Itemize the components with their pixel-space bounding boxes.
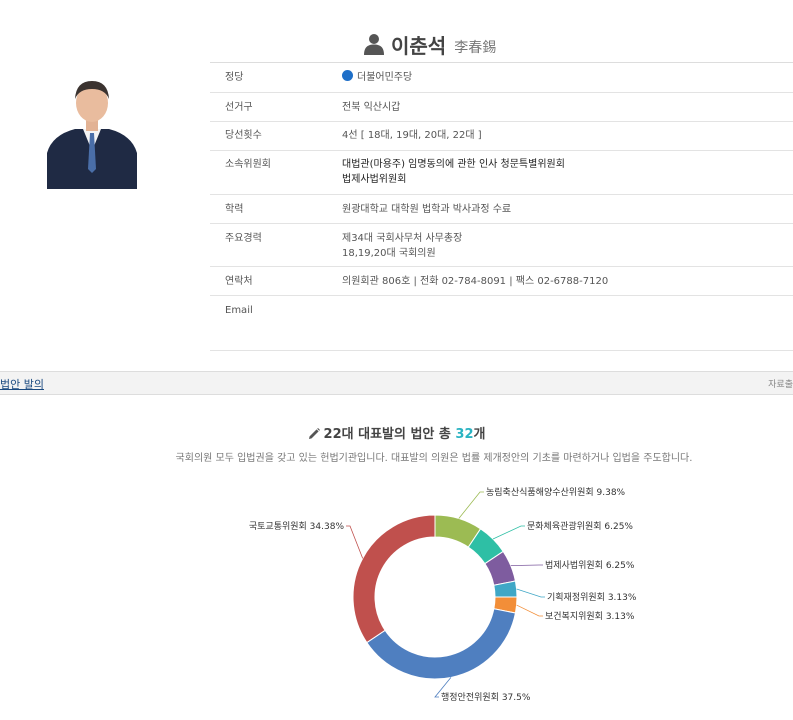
info-label: 정당 — [225, 72, 244, 83]
info-row-district: 선거구 전북 익산시갑 — [210, 93, 793, 122]
info-label: 학력 — [225, 204, 244, 215]
info-row-party: 정당 더불어민주당 — [210, 63, 793, 93]
info-value — [342, 303, 793, 350]
committee-item: 법제사법위원회 — [342, 174, 407, 185]
slice-leader-line — [516, 588, 545, 598]
donut-slice[interactable] — [352, 514, 436, 644]
slice-label: 문화체육관광위원회 6.25% — [527, 520, 633, 532]
donut-slice[interactable] — [366, 608, 517, 680]
info-row-contact: 연락처 의원회관 806호 | 전화 02-784-8091 | 팩스 02-6… — [210, 267, 793, 296]
slice-label: 법제사법위원회 6.25% — [545, 560, 635, 571]
section-bar: 법안 발의 자료출 — [0, 371, 793, 395]
career-item: 제34대 국회사무처 사무총장 — [342, 233, 463, 244]
info-label: 주요경력 — [225, 233, 262, 244]
slice-label: 보건복지위원회 3.13% — [545, 611, 635, 622]
info-row-career: 주요경력 제34대 국회사무처 사무총장 18,19,20대 국회의원 — [210, 224, 793, 267]
info-label: 당선횟수 — [225, 130, 262, 141]
info-label: 소속위원회 — [225, 159, 271, 170]
info-label: 연락처 — [225, 276, 253, 287]
bills-heading-prefix: 22대 대표발의 법안 총 — [323, 427, 456, 442]
party-color-dot — [342, 70, 353, 81]
bills-section-link[interactable]: 법안 발의 — [0, 376, 44, 392]
committee-item: 대법관(마용주) 임명동의에 관한 인사 청문특별위원회 — [342, 159, 565, 170]
bills-count: 32 — [455, 427, 474, 442]
career-item: 18,19,20대 국회의원 — [342, 248, 436, 259]
slice-leader-line — [492, 525, 525, 540]
slice-leader-line — [346, 525, 364, 559]
committee-donut-chart: 농림축산식품해양수산위원회 9.38% 문화체육관광위원회 6.25% 법제사법위원… — [249, 486, 637, 703]
info-label: 선거구 — [225, 102, 253, 113]
info-value: 더불어민주당 — [342, 70, 793, 92]
slice-label: 국토교통위원회 34.38% — [249, 521, 345, 532]
info-label: Email — [225, 305, 253, 316]
slice-label: 농림축산식품해양수산위원회 9.38% — [486, 486, 626, 498]
bills-heading: 22대 대표발의 법안 총 32개 — [0, 423, 793, 442]
slice-label: 기획재정위원회 3.13% — [547, 591, 637, 603]
info-row-terms: 당선횟수 4선 [ 18대, 19대, 20대, 22대 ] — [210, 122, 793, 151]
slice-label: 행정안전위원회 37.5% — [441, 691, 531, 703]
member-photo — [47, 81, 137, 189]
member-info-table: 정당 더불어민주당 선거구 전북 익산시갑 당선횟수 4선 [ 18대, 19대… — [210, 62, 793, 351]
info-value: 4선 [ 18대, 19대, 20대, 22대 ] — [342, 130, 482, 141]
info-value: 전북 익산시갑 — [342, 102, 401, 113]
member-name: 이춘석 — [391, 33, 447, 58]
info-row-committee: 소속위원회 대법관(마용주) 임명동의에 관한 인사 청문특별위원회 법제사법위… — [210, 151, 793, 195]
info-value: 제34대 국회사무처 사무총장 18,19,20대 국회의원 — [342, 231, 793, 266]
info-value: 원광대학교 대학원 법학과 박사과정 수료 — [342, 204, 512, 215]
person-icon — [364, 34, 384, 55]
party-name: 더불어민주당 — [357, 72, 413, 83]
profile-name-header: 이춘석 李春錫 — [363, 30, 496, 58]
info-value: 의원회관 806호 | 전화 02-784-8091 | 팩스 02-6788-… — [342, 276, 609, 287]
slice-leader-line — [510, 564, 543, 567]
bills-description: 국회의원 모두 입법권을 갖고 있는 헌법기관입니다. 대표발의 의원은 법률 … — [175, 453, 693, 464]
data-source-label: 자료출 — [768, 380, 793, 390]
slice-leader-line — [516, 604, 543, 617]
info-row-email: Email — [210, 296, 793, 351]
info-row-education: 학력 원광대학교 대학원 법학과 박사과정 수료 — [210, 195, 793, 224]
pencil-icon — [308, 428, 320, 439]
bills-heading-suffix: 개 — [473, 427, 486, 442]
slice-leader-line — [458, 491, 484, 519]
member-name-hanja: 李春錫 — [454, 40, 497, 56]
info-value: 대법관(마용주) 임명동의에 관한 인사 청문특별위원회 법제사법위원회 — [342, 157, 793, 194]
